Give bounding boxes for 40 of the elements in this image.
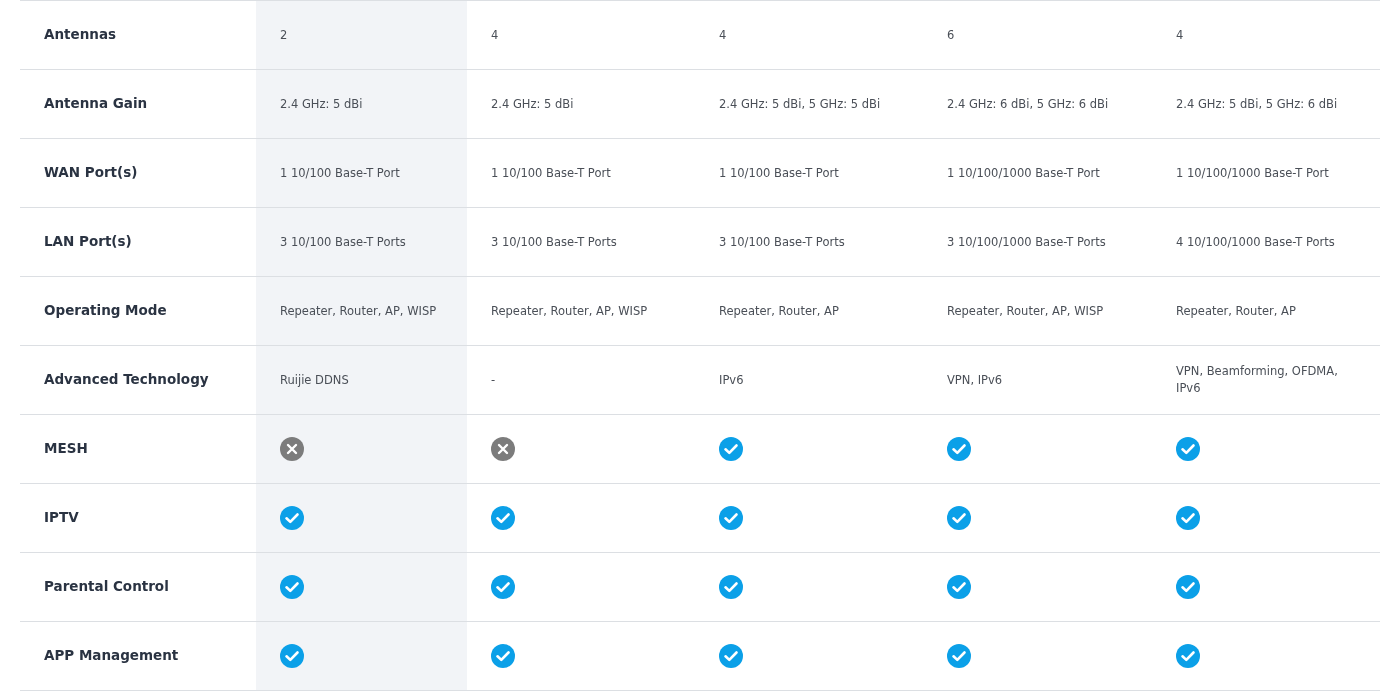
table-cell: 1 10/100/1000 Base-T Port <box>947 164 1100 182</box>
table-cell: 2.4 GHz: 5 dBi, 5 GHz: 5 dBi <box>719 95 881 113</box>
row-label: IPTV <box>44 508 79 528</box>
row-label: Parental Control <box>44 577 169 597</box>
table-cell: - <box>491 371 496 389</box>
table-cell: 1 10/100/1000 Base-T Port <box>1176 164 1329 182</box>
table-cell: 2.4 GHz: 5 dBi <box>491 95 574 113</box>
table-cell: Repeater, Router, AP <box>1176 302 1296 320</box>
row-label: MESH <box>44 439 88 459</box>
table-cell: Repeater, Router, AP, WISP <box>491 302 648 320</box>
row-label: APP Management <box>44 646 179 666</box>
table-cell: 4 10/100/1000 Base-T Ports <box>1176 233 1335 251</box>
table-cell: 4 <box>491 26 499 44</box>
row-label: Antennas <box>44 25 117 45</box>
table-cell: 3 10/100/1000 Base-T Ports <box>947 233 1106 251</box>
table-cell: 2.4 GHz: 6 dBi, 5 GHz: 6 dBi <box>947 95 1109 113</box>
table-cell: 3 10/100 Base-T Ports <box>491 233 617 251</box>
table-cell: Ruijie DDNS <box>280 371 349 389</box>
table-cell: 2.4 GHz: 5 dBi, 5 GHz: 6 dBi <box>1176 95 1338 113</box>
table-cell: Repeater, Router, AP <box>719 302 839 320</box>
table-cell: Repeater, Router, AP, WISP <box>280 302 437 320</box>
table-cell: 2 <box>280 26 288 44</box>
table-cell: 1 10/100 Base-T Port <box>719 164 839 182</box>
row-label: Antenna Gain <box>44 94 148 114</box>
table-cell-text: VPN, Beamforming, OFDMA, IPv6 <box>1176 363 1339 397</box>
table-cell: 1 10/100 Base-T Port <box>491 164 611 182</box>
table-cell: 6 <box>947 26 955 44</box>
table-cell: Repeater, Router, AP, WISP <box>947 302 1104 320</box>
table-cell: 2.4 GHz: 5 dBi <box>280 95 363 113</box>
row-label: Advanced Technology <box>44 370 209 390</box>
table-cell: 3 10/100 Base-T Ports <box>719 233 845 251</box>
row-label: Operating Mode <box>44 301 167 321</box>
table-cell: VPN, IPv6 <box>947 371 1003 389</box>
table-cell: 4 <box>719 26 727 44</box>
table-cell: 1 10/100 Base-T Port <box>280 164 400 182</box>
table-cell: IPv6 <box>719 371 744 389</box>
table-cell: 3 10/100 Base-T Ports <box>280 233 406 251</box>
row-label: WAN Port(s) <box>44 163 138 183</box>
row-label: LAN Port(s) <box>44 232 132 252</box>
table-cell: 4 <box>1176 26 1184 44</box>
